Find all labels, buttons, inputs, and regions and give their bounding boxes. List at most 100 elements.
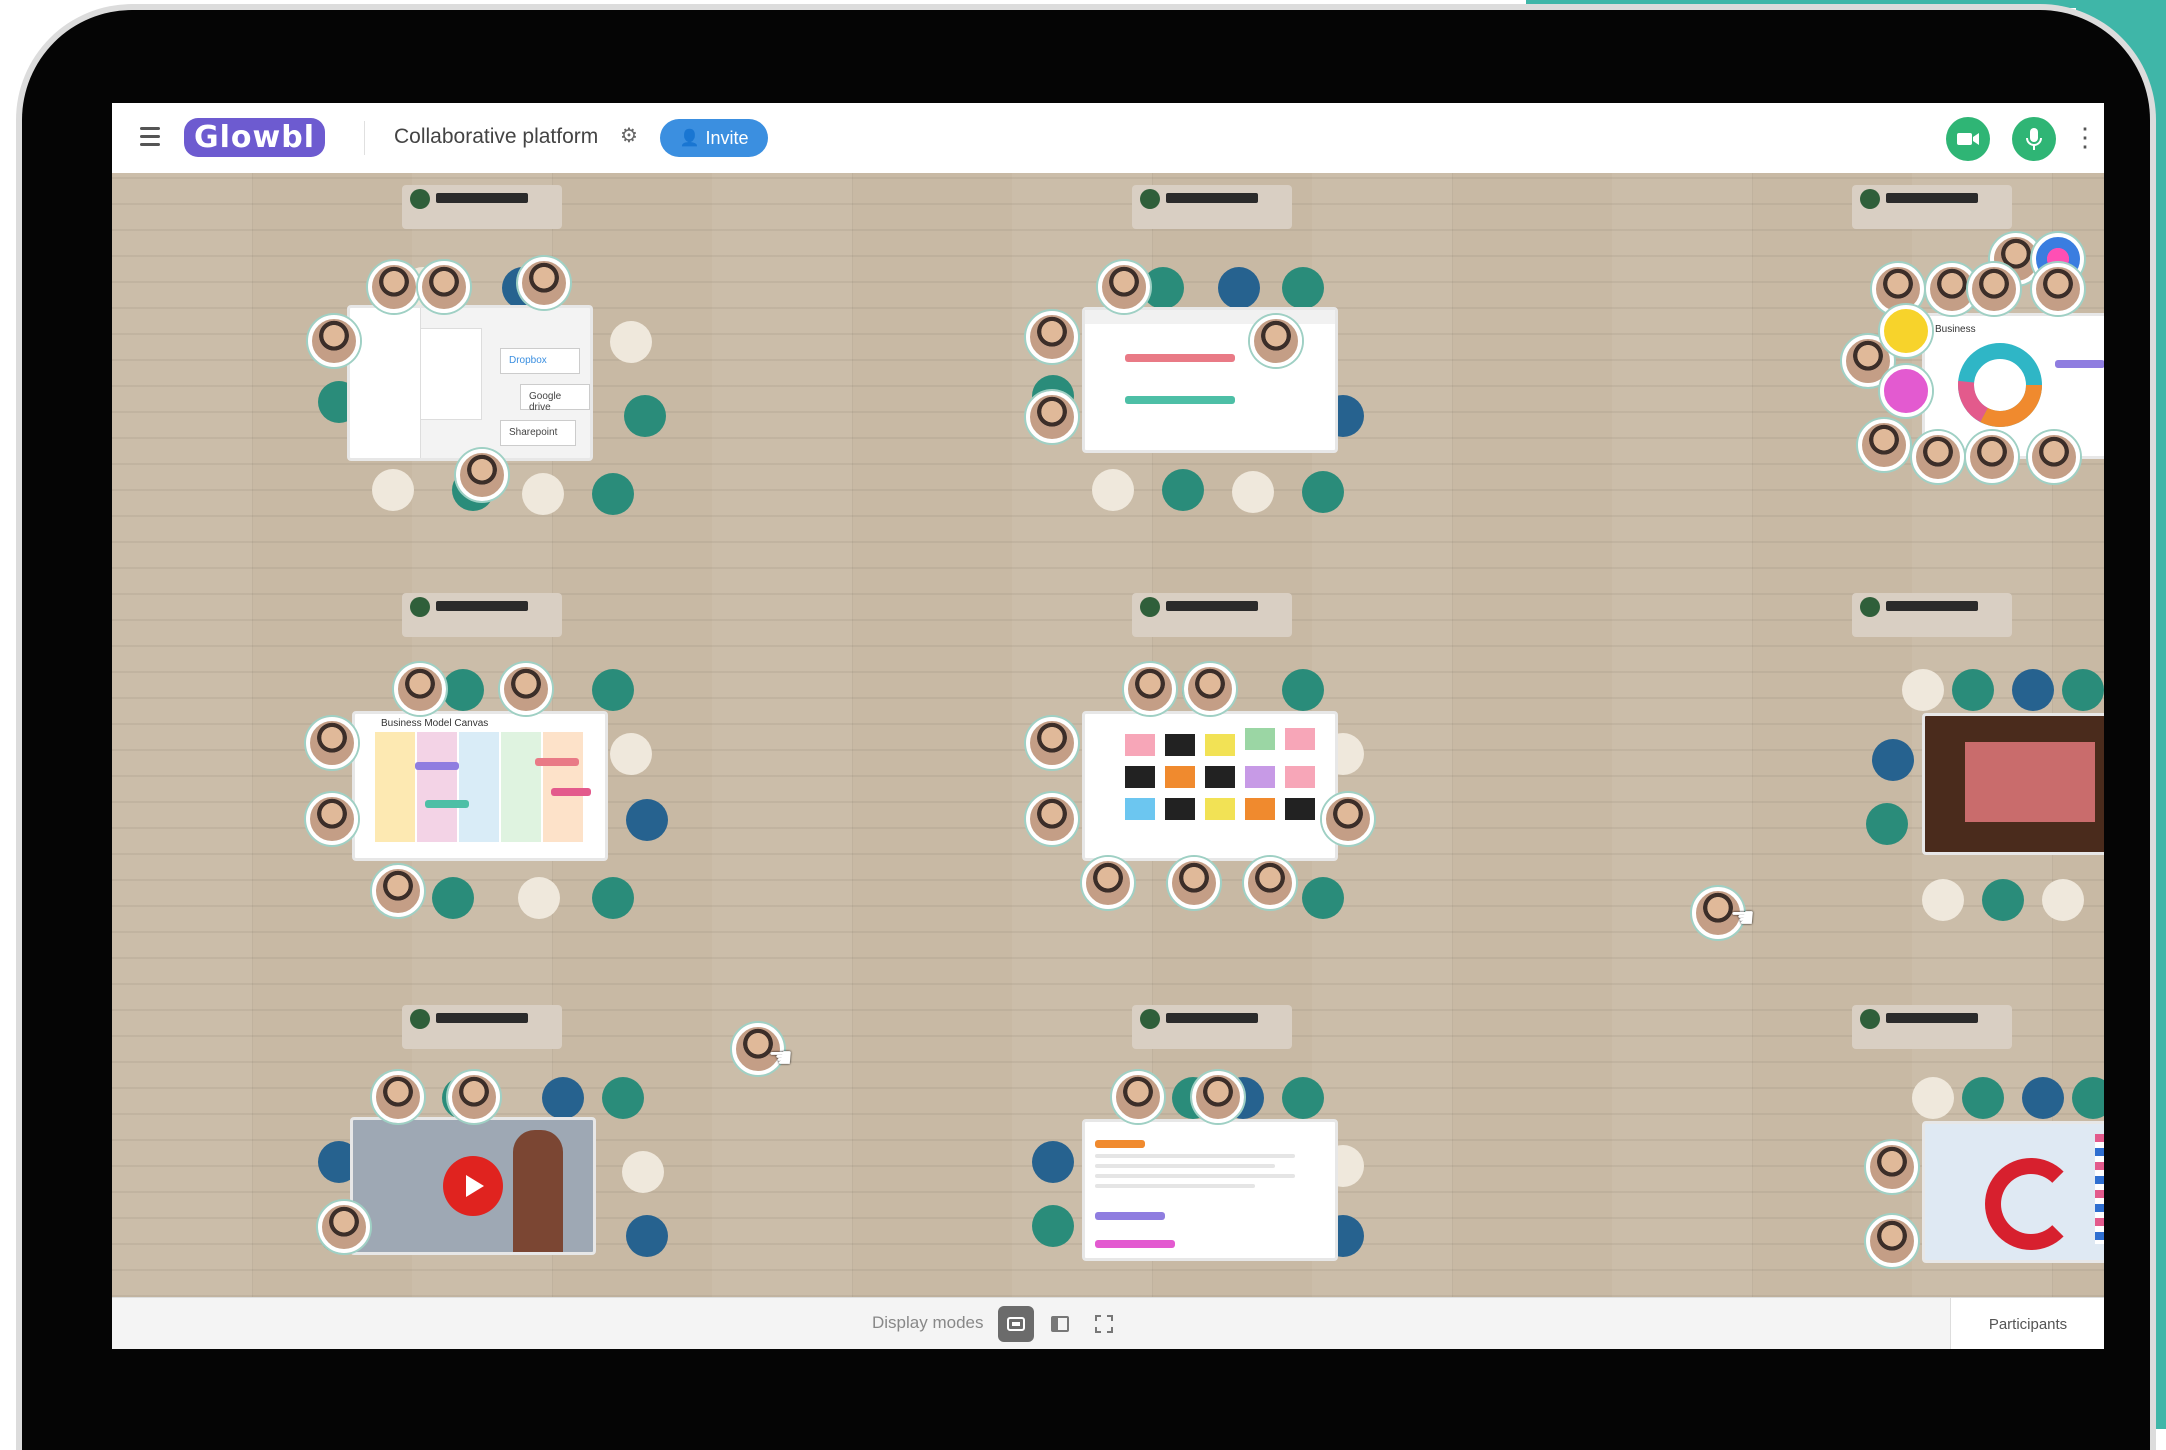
fullscreen-button[interactable] (1086, 1306, 1122, 1342)
participant-avatar[interactable] (1026, 717, 1078, 769)
display-mode-grid-button[interactable] (998, 1306, 1034, 1342)
invite-button[interactable]: 👤 Invite (660, 119, 768, 157)
chair (1962, 1077, 2004, 1119)
participant-avatar[interactable] (456, 449, 508, 501)
participant-avatar[interactable] (1124, 663, 1176, 715)
display-modes-label: Display modes (872, 1313, 984, 1332)
chair (1302, 877, 1344, 919)
participant-avatar[interactable] (1866, 1141, 1918, 1193)
3d-model-board[interactable] (1922, 1121, 2104, 1263)
participant-avatar[interactable] (306, 793, 358, 845)
participant-avatar[interactable] (372, 1071, 424, 1123)
participant-avatar[interactable] (372, 865, 424, 917)
participant-avatar[interactable] (1168, 857, 1220, 909)
chair (522, 473, 564, 515)
participant-avatar[interactable] (306, 717, 358, 769)
participant-avatar[interactable] (1082, 857, 1134, 909)
participant-avatar[interactable] (308, 315, 360, 367)
participant-avatar[interactable] (1098, 261, 1150, 313)
menu-option-google-drive[interactable]: Google drive (520, 384, 590, 413)
participant-avatar[interactable] (2028, 431, 2080, 483)
participant-avatar[interactable] (418, 261, 470, 313)
gear-icon[interactable]: ⚙ (618, 125, 640, 147)
table-3[interactable]: Business (1742, 185, 2104, 515)
participant-avatar[interactable] (1026, 391, 1078, 443)
participant-avatar[interactable] (1192, 1071, 1244, 1123)
board-title: Business Model Canvas (381, 718, 489, 729)
participant-avatar[interactable] (448, 1071, 500, 1123)
table-2[interactable] (1022, 185, 1402, 515)
participant-avatar[interactable] (1112, 1071, 1164, 1123)
board-title: Business (1935, 324, 1976, 335)
participant-avatar[interactable] (1322, 793, 1374, 845)
video-player[interactable] (350, 1117, 596, 1255)
shared-board[interactable]: Dropbox Google drive Sharepoint (347, 305, 593, 461)
presentation-board[interactable] (1922, 713, 2104, 855)
add-person-icon: 👤 (679, 130, 700, 147)
participant-avatar[interactable] (1026, 793, 1078, 845)
microphone-button[interactable] (2012, 117, 2056, 161)
participant-avatar[interactable] (2032, 263, 2084, 315)
room-title: Collaborative platform (394, 125, 599, 148)
donut-chart (1958, 343, 2042, 427)
table-8[interactable] (1022, 1005, 1402, 1335)
chair (542, 1077, 584, 1119)
brainstorm-board[interactable] (1082, 711, 1338, 861)
emoji-avatar[interactable] (1880, 365, 1932, 417)
chair (1218, 267, 1260, 309)
chair (602, 1077, 644, 1119)
emoji-avatar[interactable] (1880, 305, 1932, 357)
more-options-icon[interactable]: ⋮ (2072, 123, 2098, 153)
participant-avatar[interactable] (500, 663, 552, 715)
participant-avatar[interactable] (1966, 431, 2018, 483)
hamburger-icon[interactable] (140, 127, 160, 147)
participant-avatar[interactable] (1244, 857, 1296, 909)
chair (1232, 471, 1274, 513)
virtual-office-floor[interactable]: Dropbox Google drive Sharepoint Business… (112, 173, 2104, 1297)
speaking-avatar[interactable] (1250, 315, 1302, 367)
menu-option-dropbox[interactable]: Dropbox (500, 348, 580, 374)
participant-avatar[interactable] (1912, 431, 1964, 483)
chair (1952, 669, 1994, 711)
text-document-board[interactable] (1082, 1119, 1338, 1261)
chair (1866, 803, 1908, 845)
chair (1922, 879, 1964, 921)
participant-avatar[interactable] (318, 1201, 370, 1253)
participant-avatar[interactable] (1858, 419, 1910, 471)
microphone-icon (2026, 128, 2042, 150)
participant-avatar[interactable] (518, 257, 570, 309)
chair (1302, 471, 1344, 513)
hand-cursor-icon: ☚ (768, 1042, 794, 1073)
chair (518, 877, 560, 919)
shared-spreadsheet[interactable] (1082, 307, 1338, 453)
table-1[interactable]: Dropbox Google drive Sharepoint (292, 185, 672, 515)
chair (610, 321, 652, 363)
chair (1032, 1205, 1074, 1247)
participant-avatar[interactable] (1026, 311, 1078, 363)
chair (1032, 1141, 1074, 1183)
table-5[interactable] (1022, 593, 1402, 923)
chair (1912, 1077, 1954, 1119)
chair (2012, 669, 2054, 711)
invite-label: Invite (705, 127, 749, 148)
participant-avatar[interactable] (1184, 663, 1236, 715)
participant-avatar[interactable] (1968, 263, 2020, 315)
participant-avatar[interactable] (368, 261, 420, 313)
table-7[interactable] (292, 1005, 672, 1335)
business-model-canvas-board[interactable]: Business Model Canvas (352, 711, 608, 861)
bottom-bar: Display modes Participants (112, 1297, 2104, 1349)
play-button[interactable] (443, 1156, 503, 1216)
tv-screen (1132, 593, 1292, 637)
participant-avatar[interactable] (394, 663, 446, 715)
table-9[interactable] (1742, 1005, 2104, 1335)
tv-screen (402, 593, 562, 637)
participant-avatar[interactable] (1866, 1215, 1918, 1267)
table-6[interactable] (1742, 593, 2104, 923)
display-mode-sidebar-button[interactable] (1042, 1306, 1078, 1342)
participants-button[interactable]: Participants (1950, 1298, 2104, 1349)
menu-option-sharepoint[interactable]: Sharepoint (500, 420, 576, 446)
table-4[interactable]: Business Model Canvas (292, 593, 672, 923)
camera-button[interactable] (1946, 117, 1990, 161)
chair (626, 799, 668, 841)
app-logo: Glowbl (184, 117, 325, 157)
